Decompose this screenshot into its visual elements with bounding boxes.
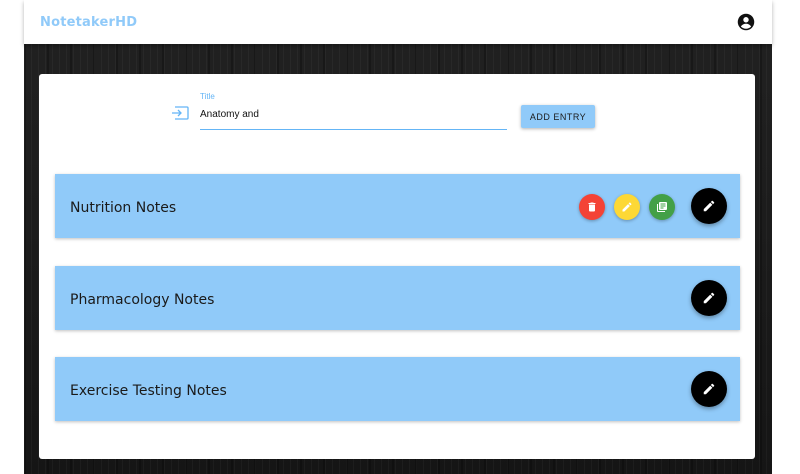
- app-frame: NotetakerHD Title ADD ENTRY Nutrition No…: [24, 0, 772, 474]
- account-button[interactable]: [736, 12, 756, 32]
- edit-note-button[interactable]: [614, 194, 640, 220]
- note-card[interactable]: Nutrition Notes: [55, 174, 740, 238]
- new-entry-form: Title ADD ENTRY: [171, 92, 601, 132]
- note-card[interactable]: Exercise Testing Notes: [55, 357, 740, 421]
- open-note-button[interactable]: [649, 194, 675, 220]
- app-bar: NotetakerHD: [24, 0, 772, 44]
- delete-note-button[interactable]: [579, 194, 605, 220]
- note-card[interactable]: Pharmacology Notes: [55, 266, 740, 330]
- note-title: Exercise Testing Notes: [70, 383, 227, 399]
- library-books-icon: [657, 202, 667, 212]
- note-title: Nutrition Notes: [70, 200, 177, 216]
- note-actions-fab[interactable]: [691, 280, 727, 316]
- pencil-icon: [703, 200, 715, 212]
- add-entry-button[interactable]: ADD ENTRY: [521, 105, 595, 128]
- note-actions-fab[interactable]: [691, 188, 727, 224]
- title-field: Title: [200, 92, 507, 130]
- pencil-icon: [703, 292, 715, 304]
- pencil-icon: [622, 202, 632, 212]
- input-icon: [172, 106, 189, 120]
- note-title: Pharmacology Notes: [70, 292, 215, 308]
- note-actions-fab[interactable]: [691, 371, 727, 407]
- main-card: Title ADD ENTRY Nutrition Notes: [39, 74, 755, 459]
- app-title: NotetakerHD: [40, 14, 138, 30]
- title-input[interactable]: [200, 106, 500, 122]
- pencil-icon: [703, 383, 715, 395]
- account-circle-icon: [737, 13, 755, 31]
- title-field-label: Title: [200, 92, 215, 101]
- trash-icon: [588, 202, 596, 212]
